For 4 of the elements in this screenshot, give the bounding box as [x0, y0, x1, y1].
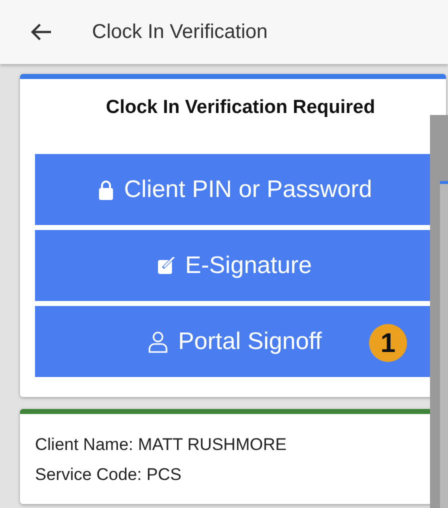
- screen-title: Clock In Verification: [92, 20, 268, 44]
- client-info-text: Client Name: MATT RUSHMORE: [35, 434, 288, 456]
- card-heading: Clock In Verification Required: [104, 96, 376, 120]
- client-info-text: Service Code: PCS: [35, 464, 182, 486]
